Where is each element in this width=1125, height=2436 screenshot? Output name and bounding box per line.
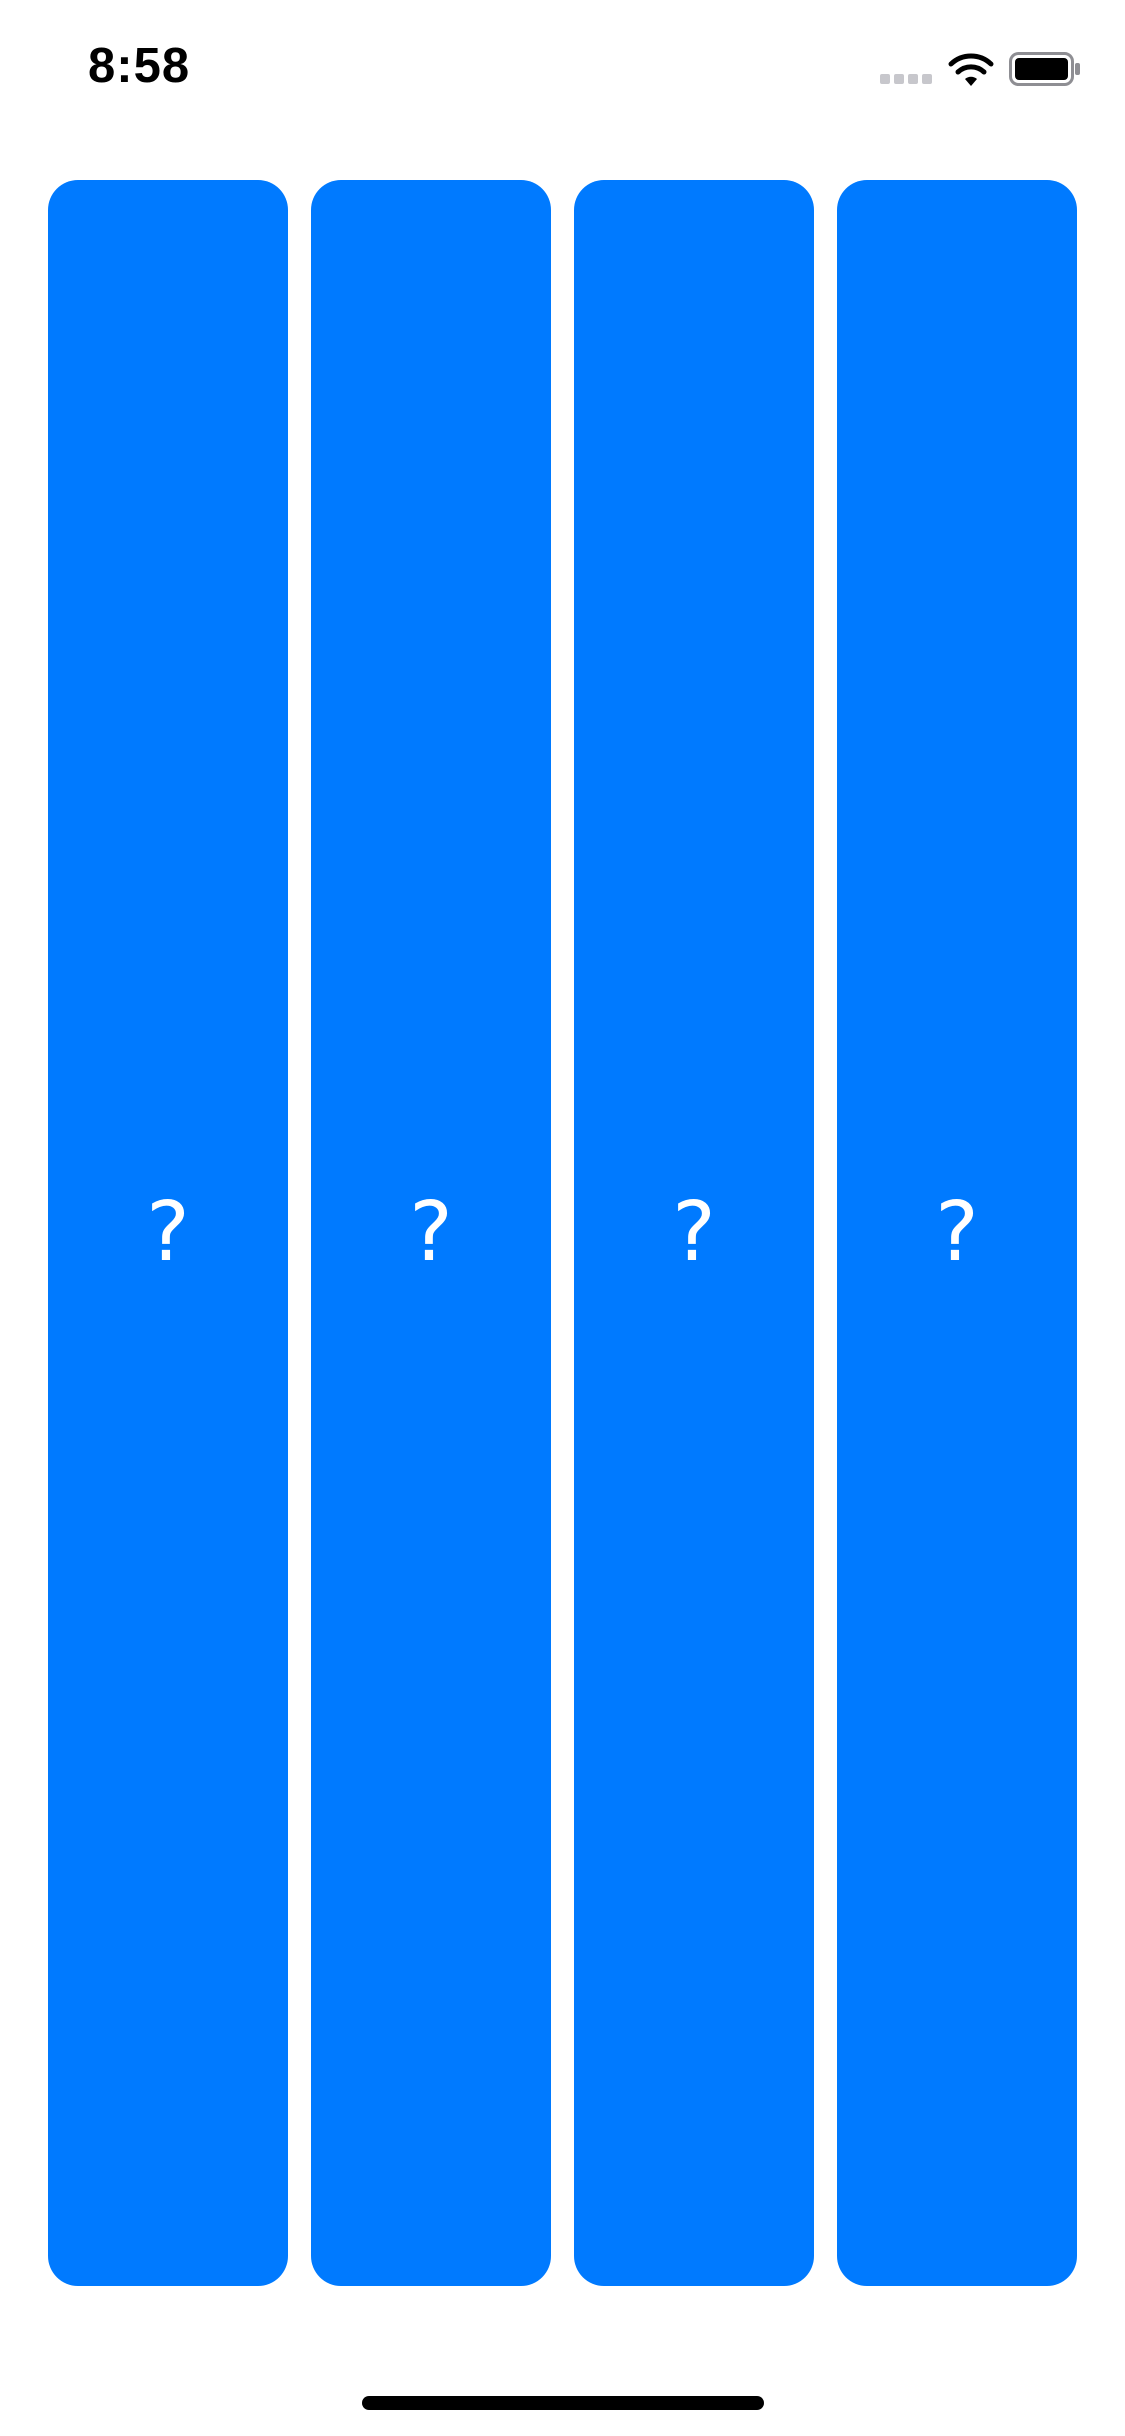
card-label: ? <box>935 1185 979 1280</box>
card-1[interactable]: ? <box>48 180 288 2286</box>
card-2[interactable]: ? <box>311 180 551 2286</box>
card-4[interactable]: ? <box>837 180 1077 2286</box>
battery-icon <box>1009 52 1080 86</box>
card-label: ? <box>146 1185 190 1280</box>
card-label: ? <box>672 1185 716 1280</box>
card-grid: ? ? ? ? <box>48 180 1077 2286</box>
status-time: 8:58 <box>88 39 191 93</box>
home-indicator[interactable] <box>362 2396 764 2410</box>
card-3[interactable]: ? <box>574 180 814 2286</box>
status-bar: 8:58 <box>0 0 1125 132</box>
wifi-icon <box>948 53 994 86</box>
cellular-signal-icon <box>880 74 936 86</box>
card-label: ? <box>409 1185 453 1280</box>
